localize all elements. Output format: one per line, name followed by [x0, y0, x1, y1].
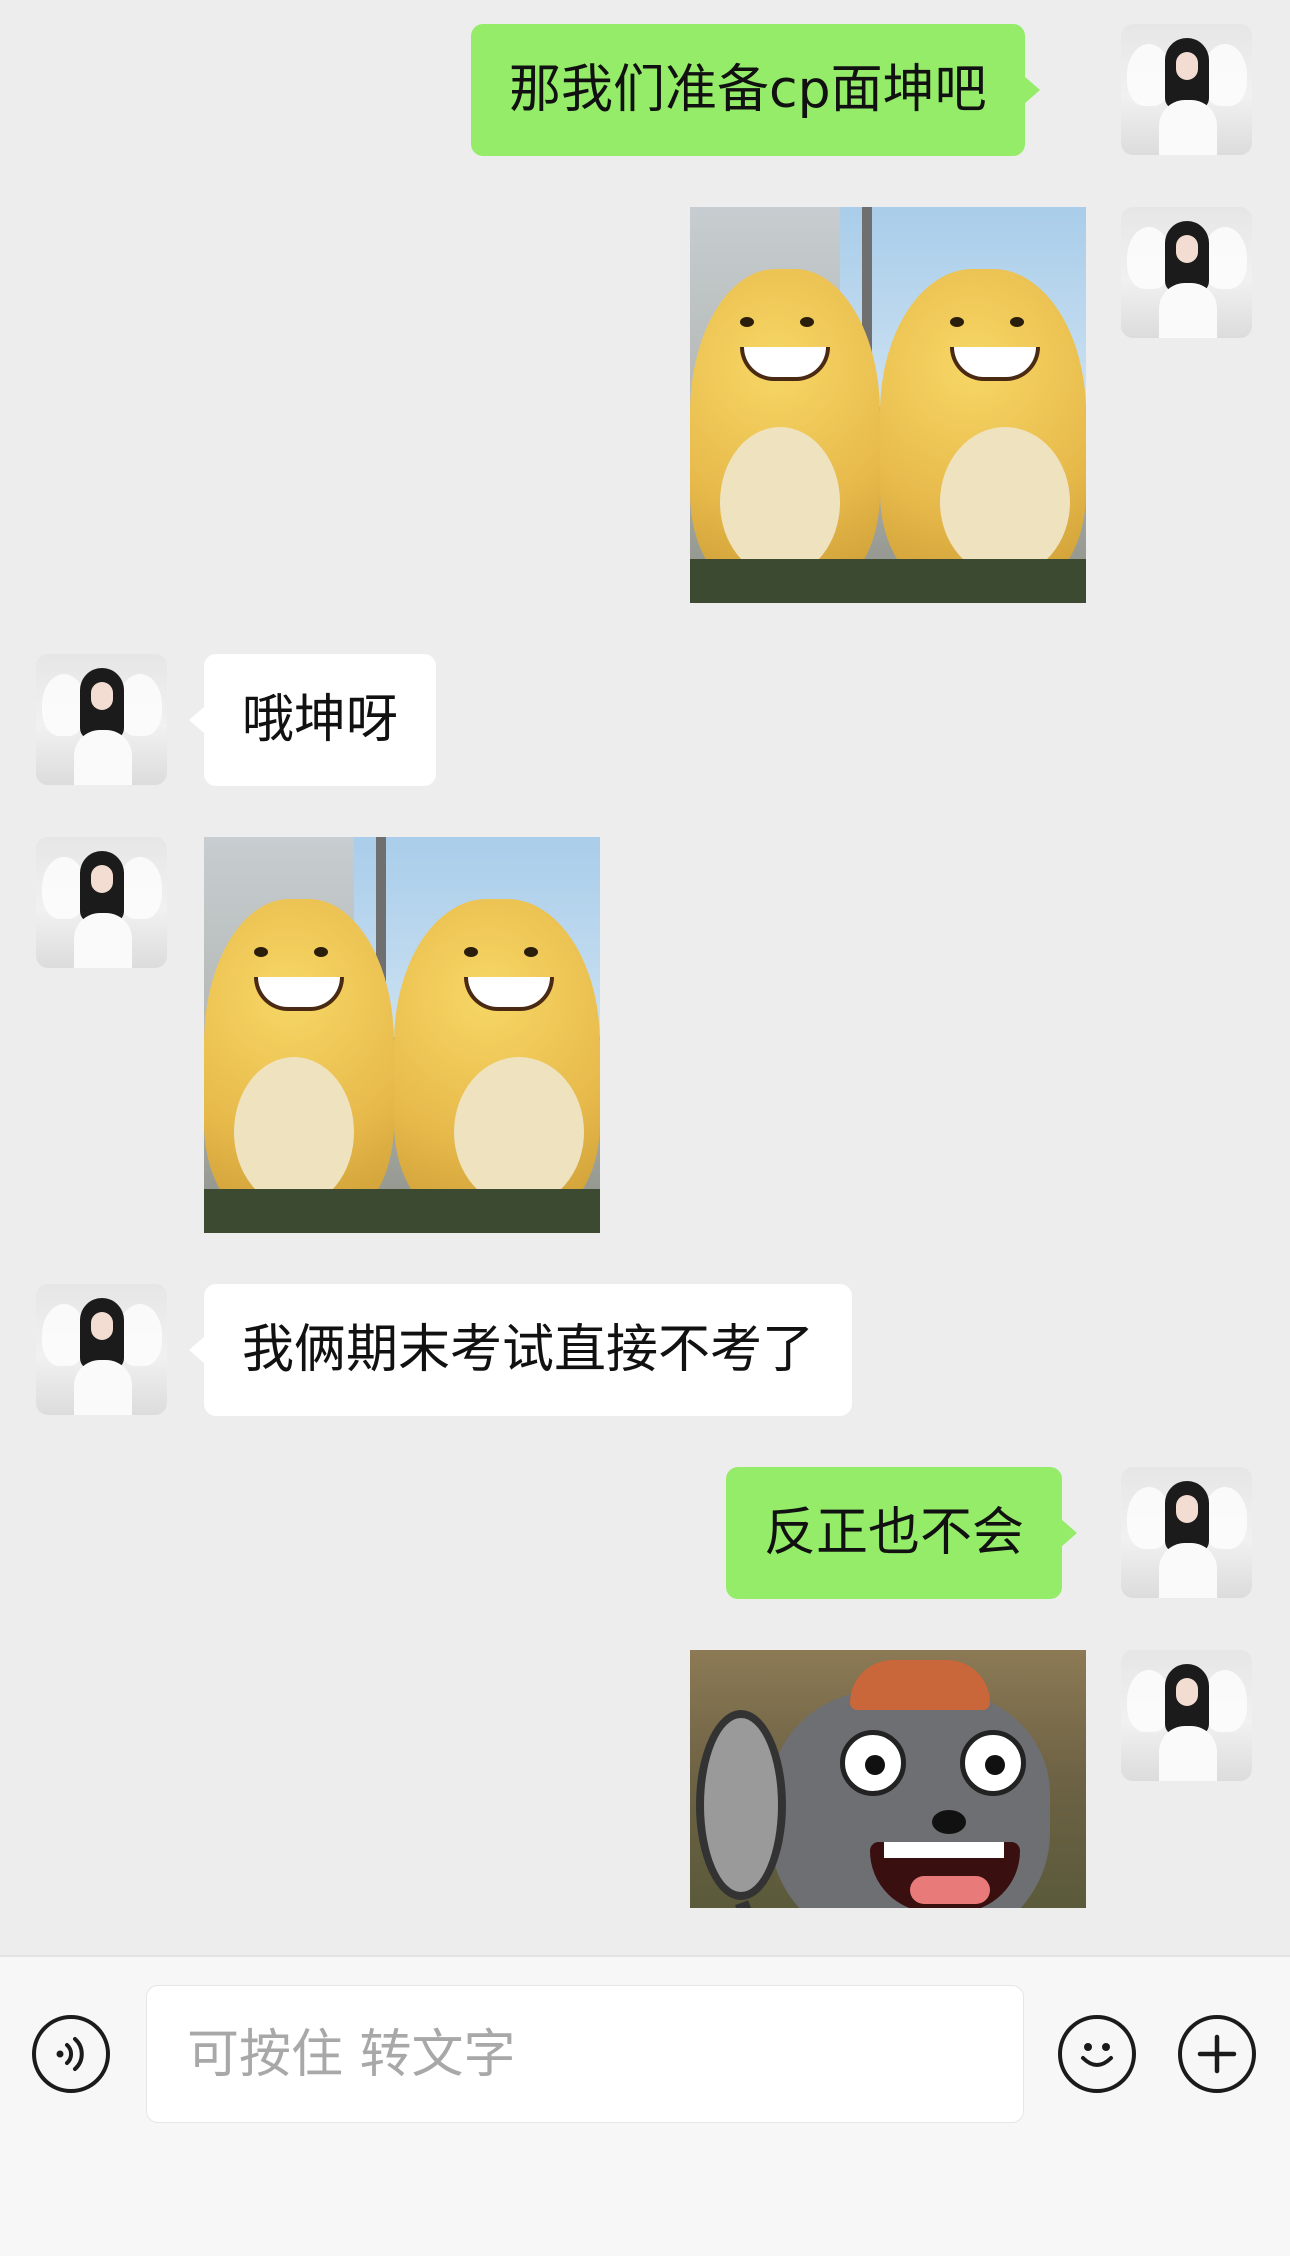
- received-message-bubble[interactable]: 哦坤呀: [188, 654, 437, 786]
- message-input[interactable]: 可按住 转文字: [146, 1985, 1024, 2123]
- message-row: 那我们准备cp面坤吧: [0, 24, 1290, 156]
- sticker-image[interactable]: [690, 207, 1086, 603]
- input-bar: 可按住 转文字: [0, 1955, 1290, 2256]
- contact-avatar[interactable]: [36, 837, 167, 968]
- voice-icon[interactable]: [32, 2015, 110, 2093]
- sent-message-bubble[interactable]: 那我们准备cp面坤吧: [471, 24, 1040, 156]
- my-avatar[interactable]: [1121, 1650, 1252, 1781]
- my-avatar[interactable]: [1121, 24, 1252, 155]
- contact-avatar[interactable]: [36, 654, 167, 785]
- emoji-icon[interactable]: [1058, 2015, 1136, 2093]
- received-message-bubble[interactable]: 我俩期末考试直接不考了: [188, 1284, 853, 1416]
- my-avatar[interactable]: [1121, 1467, 1252, 1598]
- contact-avatar[interactable]: [36, 1284, 167, 1415]
- message-row: 哦坤呀: [0, 654, 1290, 786]
- message-row: [0, 837, 1290, 1233]
- chat-area: 那我们准备cp面坤吧 哦坤呀 我俩期末考试直接不考了 反正也不会: [0, 0, 1290, 1955]
- sent-message-bubble[interactable]: 反正也不会: [726, 1467, 1078, 1599]
- plus-icon[interactable]: [1178, 2015, 1256, 2093]
- sticker-image[interactable]: [204, 837, 600, 1233]
- message-row: 我俩期末考试直接不考了: [0, 1284, 1290, 1416]
- message-row: 反正也不会: [0, 1467, 1290, 1599]
- my-avatar[interactable]: [1121, 207, 1252, 338]
- sticker-image[interactable]: [690, 1650, 1086, 1908]
- message-row: [0, 1650, 1290, 1910]
- message-row: [0, 207, 1290, 603]
